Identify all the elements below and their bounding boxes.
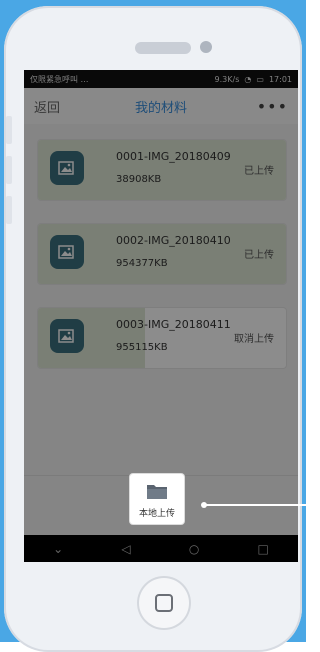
android-nav-bar: ⌄ ◁ ○ □ xyxy=(24,535,298,562)
image-icon xyxy=(50,319,84,353)
back-button[interactable]: 返回 xyxy=(34,97,84,116)
side-button-3 xyxy=(6,196,12,224)
local-upload-label: 本地上传 xyxy=(138,509,175,519)
image-icon xyxy=(50,151,84,185)
side-button-2 xyxy=(6,156,12,184)
file-name: 0002-IMG_20180410 xyxy=(116,234,231,247)
more-options-button[interactable]: ••• xyxy=(238,97,288,116)
file-name: 0001-IMG_20180409 xyxy=(116,150,231,163)
front-camera xyxy=(200,41,212,53)
folder-icon xyxy=(147,485,167,499)
file-size: 954377KB xyxy=(116,258,168,269)
recents-icon[interactable]: □ xyxy=(258,542,269,556)
network-speed: 9.3K/s xyxy=(214,74,240,84)
home-button-icon xyxy=(155,594,173,612)
upload-status[interactable]: 已上传 xyxy=(244,246,274,261)
clock: 17:01 xyxy=(268,74,292,84)
upload-status[interactable]: 已上传 xyxy=(244,162,274,177)
file-card[interactable]: 0003-IMG_20180411 955115KB 取消上传 xyxy=(38,308,286,368)
top-nav: 返回 我的材料 ••• xyxy=(24,88,298,125)
battery-icon: ▭ xyxy=(256,74,264,84)
speaker-grille xyxy=(135,42,191,54)
file-size: 955115KB xyxy=(116,342,168,353)
status-bar: 仅限紧急呼叫 … 9.3K/s ◔ ▭ 17:01 xyxy=(24,70,298,88)
home-icon[interactable]: ○ xyxy=(189,542,199,556)
cancel-upload-button[interactable]: 取消上传 xyxy=(234,330,274,345)
file-card[interactable]: 0001-IMG_20180409 38908KB 已上传 xyxy=(38,140,286,200)
phone-frame: 仅限紧急呼叫 … 9.3K/s ◔ ▭ 17:01 返回 我的材料 ••• 00… xyxy=(4,6,302,652)
local-upload-button[interactable]: 本地上传 xyxy=(130,474,184,524)
file-card[interactable]: 0002-IMG_20180410 954377KB 已上传 xyxy=(38,224,286,284)
file-size: 38908KB xyxy=(116,174,162,185)
carrier-text: 仅限紧急呼叫 … xyxy=(30,74,89,84)
side-button-1 xyxy=(6,116,12,144)
home-button[interactable] xyxy=(137,576,191,630)
image-icon xyxy=(50,235,84,269)
callout-line xyxy=(206,504,306,506)
collapse-icon[interactable]: ⌄ xyxy=(53,542,63,556)
wifi-icon: ◔ xyxy=(244,74,252,84)
file-name: 0003-IMG_20180411 xyxy=(116,318,231,331)
page-title: 我的材料 xyxy=(134,100,187,116)
back-icon[interactable]: ◁ xyxy=(121,542,130,556)
